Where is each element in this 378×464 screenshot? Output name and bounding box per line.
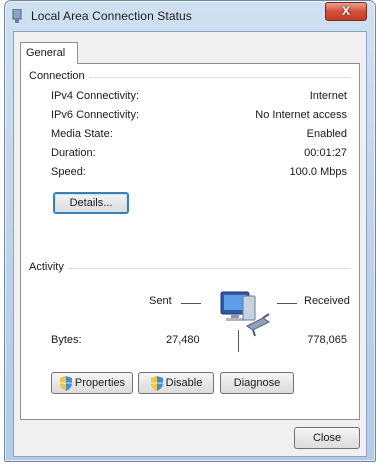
properties-button-label: Properties [74,377,126,389]
received-label: Received [304,295,350,307]
ipv4-value: Internet [309,90,347,102]
sent-label: Sent [149,295,172,307]
diagnose-button[interactable]: Diagnose [220,372,294,394]
status-dialog: Local Area Connection Status X General C… [4,0,376,462]
received-dash [277,303,297,304]
window-title: Local Area Connection Status [31,9,192,23]
network-computers-icon [220,291,270,337]
ipv6-value: No Internet access [255,109,347,121]
connection-heading: Connection [29,70,89,82]
bytes-received-value: 778,065 [307,334,347,346]
activity-heading: Activity [29,261,68,273]
activity-separator [238,330,239,352]
ipv6-label: IPv6 Connectivity: [51,109,140,121]
title-close-button[interactable]: X [325,2,367,21]
details-button-label: Details... [69,197,113,209]
tab-general[interactable]: General [20,42,78,64]
diagnose-button-label: Diagnose [233,377,281,389]
media-state-label: Media State: [51,128,113,140]
disable-button-label: Disable [165,377,203,389]
speed-value: 100.0 Mbps [289,166,347,178]
duration-label: Duration: [51,147,96,159]
activity-divider [29,268,351,269]
speed-label: Speed: [51,166,86,178]
bytes-label: Bytes: [51,334,82,346]
ipv4-label: IPv4 Connectivity: [51,90,140,102]
close-button-label: Close [312,432,342,444]
network-connection-icon [12,9,22,23]
close-button[interactable]: Close [294,427,360,449]
title-bar[interactable]: Local Area Connection Status X [5,1,375,31]
general-tab-panel: Connection IPv4 Connectivity: Internet I… [20,63,360,420]
disable-button[interactable]: Disable [138,372,214,394]
dialog-client-area: General Connection IPv4 Connectivity: In… [13,31,367,457]
duration-value: 00:01:27 [304,147,347,159]
uac-shield-icon [150,375,163,391]
details-button[interactable]: Details... [53,192,129,214]
properties-button[interactable]: Properties [51,372,133,394]
uac-shield-icon [59,375,72,391]
sent-dash [181,303,201,304]
media-state-value: Enabled [306,128,347,140]
bytes-sent-value: 27,480 [166,334,200,346]
